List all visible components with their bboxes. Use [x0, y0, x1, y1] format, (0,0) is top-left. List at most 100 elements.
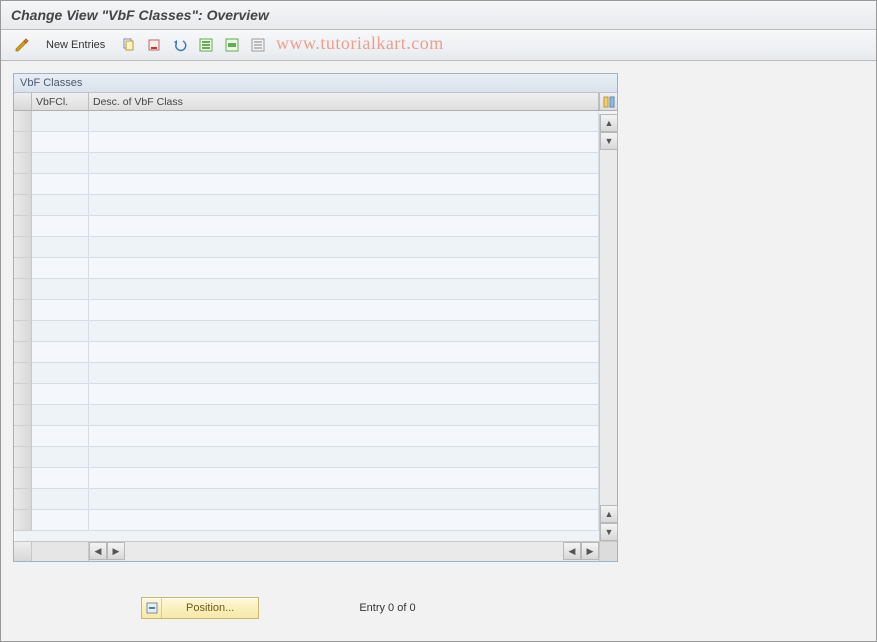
vertical-scrollbar: ▲ ▼ ▲ ▼	[599, 114, 617, 541]
cell-vbfcl[interactable]	[32, 363, 89, 384]
select-all-button[interactable]	[194, 34, 218, 56]
cell-vbfcl[interactable]	[32, 300, 89, 321]
row-selector[interactable]	[14, 258, 32, 279]
scroll-up-button[interactable]: ▲	[600, 114, 618, 132]
cell-vbfcl[interactable]	[32, 237, 89, 258]
row-selector[interactable]	[14, 468, 32, 489]
row-selector-header[interactable]	[14, 93, 32, 110]
row-selector[interactable]	[14, 405, 32, 426]
cell-vbfcl[interactable]	[32, 468, 89, 489]
cell-vbfcl[interactable]	[32, 447, 89, 468]
table-row	[14, 510, 617, 531]
cell-vbfcl[interactable]	[32, 489, 89, 510]
cell-desc[interactable]	[89, 111, 599, 132]
table-row	[14, 279, 617, 300]
cell-vbfcl[interactable]	[32, 405, 89, 426]
cell-vbfcl[interactable]	[32, 216, 89, 237]
undo-change-button[interactable]	[168, 34, 192, 56]
row-selector[interactable]	[14, 174, 32, 195]
undo-icon	[173, 38, 187, 52]
cell-vbfcl[interactable]	[32, 195, 89, 216]
cell-desc[interactable]	[89, 195, 599, 216]
cell-desc[interactable]	[89, 405, 599, 426]
column-header-vbfcl[interactable]: VbFCl.	[32, 93, 89, 110]
cell-vbfcl[interactable]	[32, 510, 89, 531]
toggle-display-change-button[interactable]	[9, 34, 35, 56]
row-selector[interactable]	[14, 216, 32, 237]
cell-desc[interactable]	[89, 300, 599, 321]
table-row	[14, 258, 617, 279]
position-button[interactable]: Position...	[141, 597, 259, 619]
row-selector[interactable]	[14, 237, 32, 258]
scroll-left-inner-button[interactable]: ◀	[563, 542, 581, 560]
vscroll-track[interactable]	[600, 150, 617, 505]
cell-desc[interactable]	[89, 258, 599, 279]
cell-vbfcl[interactable]	[32, 153, 89, 174]
cell-desc[interactable]	[89, 132, 599, 153]
row-selector[interactable]	[14, 195, 32, 216]
cell-desc[interactable]	[89, 384, 599, 405]
table-row	[14, 405, 617, 426]
cell-desc[interactable]	[89, 216, 599, 237]
row-selector[interactable]	[14, 447, 32, 468]
cell-desc[interactable]	[89, 426, 599, 447]
cell-desc[interactable]	[89, 342, 599, 363]
hscroll-fixed-pad	[32, 542, 89, 561]
title-bar: Change View "VbF Classes": Overview	[1, 1, 876, 30]
scroll-down-inner-button[interactable]: ▼	[600, 132, 618, 150]
cell-vbfcl[interactable]	[32, 384, 89, 405]
row-selector[interactable]	[14, 321, 32, 342]
scroll-down-button[interactable]: ▼	[600, 523, 618, 541]
table-header-row: VbFCl. Desc. of VbF Class	[14, 93, 617, 111]
horizontal-scrollbar: ◀ ▶ ◀ ▶	[14, 541, 617, 561]
scroll-right-button[interactable]: ▶	[581, 542, 599, 560]
configure-columns-button[interactable]	[599, 93, 617, 110]
cell-vbfcl[interactable]	[32, 174, 89, 195]
cell-desc[interactable]	[89, 447, 599, 468]
scroll-up-inner-button[interactable]: ▲	[600, 505, 618, 523]
cell-desc[interactable]	[89, 489, 599, 510]
row-selector[interactable]	[14, 489, 32, 510]
copy-icon	[121, 38, 135, 52]
row-selector[interactable]	[14, 384, 32, 405]
select-block-button[interactable]	[220, 34, 244, 56]
application-toolbar: New Entries	[1, 30, 876, 61]
table-row	[14, 153, 617, 174]
cell-desc[interactable]	[89, 237, 599, 258]
row-selector[interactable]	[14, 300, 32, 321]
copy-as-button[interactable]	[116, 34, 140, 56]
cell-desc[interactable]	[89, 510, 599, 531]
row-selector[interactable]	[14, 510, 32, 531]
cell-vbfcl[interactable]	[32, 342, 89, 363]
cell-desc[interactable]	[89, 321, 599, 342]
row-selector[interactable]	[14, 426, 32, 447]
row-selector[interactable]	[14, 279, 32, 300]
cell-desc[interactable]	[89, 153, 599, 174]
row-selector[interactable]	[14, 153, 32, 174]
scroll-right-inner-button[interactable]: ▶	[107, 542, 125, 560]
cell-vbfcl[interactable]	[32, 111, 89, 132]
cell-desc[interactable]	[89, 174, 599, 195]
delete-button[interactable]	[142, 34, 166, 56]
row-selector[interactable]	[14, 363, 32, 384]
cell-desc[interactable]	[89, 468, 599, 489]
cell-vbfcl[interactable]	[32, 258, 89, 279]
row-selector[interactable]	[14, 132, 32, 153]
column-header-desc[interactable]: Desc. of VbF Class	[89, 93, 599, 110]
deselect-all-button[interactable]	[246, 34, 270, 56]
deselect-all-icon	[251, 38, 265, 52]
table-grid: VbFCl. Desc. of VbF Class ◀ ▶	[14, 93, 617, 561]
row-selector[interactable]	[14, 111, 32, 132]
footer-bar: Position... Entry 0 of 0	[1, 597, 876, 619]
cell-vbfcl[interactable]	[32, 279, 89, 300]
cell-vbfcl[interactable]	[32, 426, 89, 447]
hscroll-track[interactable]	[125, 542, 563, 561]
row-selector[interactable]	[14, 342, 32, 363]
cell-desc[interactable]	[89, 363, 599, 384]
cell-vbfcl[interactable]	[32, 132, 89, 153]
new-entries-button[interactable]: New Entries	[37, 34, 114, 56]
cell-vbfcl[interactable]	[32, 321, 89, 342]
scroll-left-button[interactable]: ◀	[89, 542, 107, 560]
cell-desc[interactable]	[89, 279, 599, 300]
table-row	[14, 489, 617, 510]
